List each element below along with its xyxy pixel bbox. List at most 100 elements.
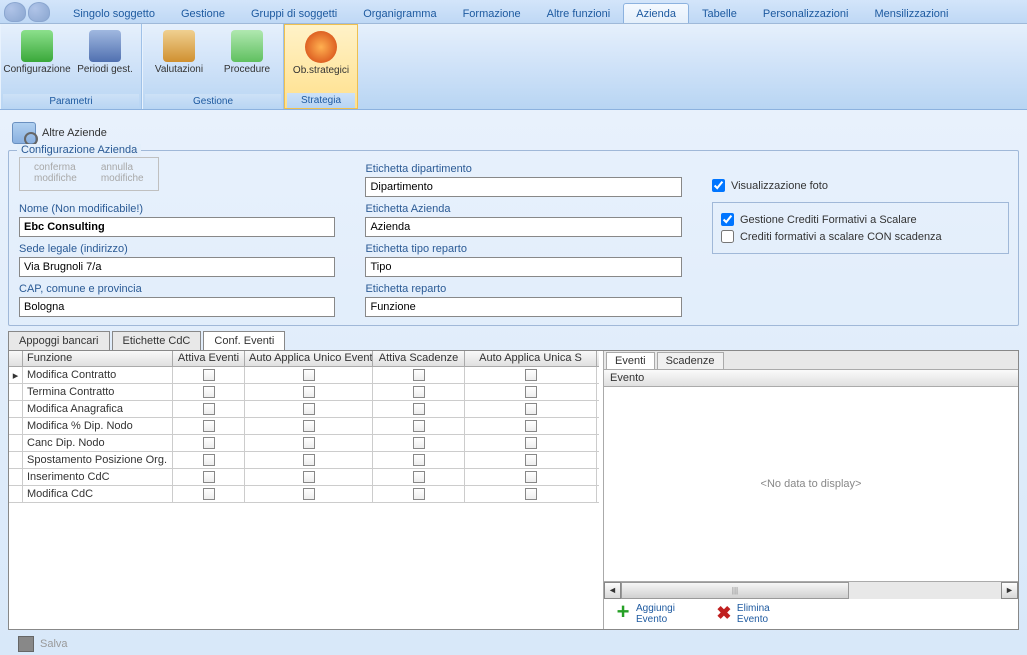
- checkbox-icon[interactable]: [203, 386, 215, 398]
- et-dip-field[interactable]: [365, 177, 681, 197]
- checkbox-cell[interactable]: [465, 418, 597, 434]
- checkbox-icon[interactable]: [303, 403, 315, 415]
- table-row[interactable]: ▸Modifica Contratto: [9, 367, 599, 384]
- checkbox-cell[interactable]: [373, 384, 465, 400]
- checkbox-cell[interactable]: [465, 384, 597, 400]
- checkbox-input[interactable]: [712, 179, 725, 192]
- building-search-icon[interactable]: [12, 122, 36, 144]
- checkbox-icon[interactable]: [303, 369, 315, 381]
- checkbox-cell[interactable]: [465, 367, 597, 383]
- checkbox-cell[interactable]: [245, 469, 373, 485]
- table-row[interactable]: Canc Dip. Nodo: [9, 435, 599, 452]
- checkbox-icon[interactable]: [525, 420, 537, 432]
- tab-scadenze[interactable]: Scadenze: [657, 352, 724, 369]
- checkbox-cell[interactable]: [173, 486, 245, 502]
- checkbox-icon[interactable]: [413, 420, 425, 432]
- checkbox-icon[interactable]: [525, 369, 537, 381]
- table-row[interactable]: Spostamento Posizione Org.: [9, 452, 599, 469]
- checkbox-cell[interactable]: [173, 452, 245, 468]
- checkbox-cell[interactable]: [173, 469, 245, 485]
- checkbox-cell[interactable]: [245, 452, 373, 468]
- col-auto-scadenza[interactable]: Auto Applica Unica S: [465, 350, 597, 366]
- checkbox-icon[interactable]: [525, 488, 537, 500]
- checkbox-icon[interactable]: [203, 454, 215, 466]
- elimina-evento-button[interactable]: ✖ Elimina Evento: [715, 603, 770, 625]
- cap-field[interactable]: [19, 297, 335, 317]
- col-funzione[interactable]: Funzione: [23, 350, 173, 366]
- checkbox-cell[interactable]: [173, 367, 245, 383]
- gest-cred-checkbox[interactable]: Gestione Crediti Formativi a Scalare: [721, 213, 1000, 226]
- cred-scad-checkbox[interactable]: Crediti formativi a scalare CON scadenza: [721, 230, 1000, 243]
- et-az-field[interactable]: [365, 217, 681, 237]
- checkbox-icon[interactable]: [203, 471, 215, 483]
- checkbox-cell[interactable]: [173, 384, 245, 400]
- checkbox-icon[interactable]: [203, 420, 215, 432]
- checkbox-icon[interactable]: [203, 369, 215, 381]
- checkbox-cell[interactable]: [373, 401, 465, 417]
- checkbox-cell[interactable]: [245, 401, 373, 417]
- tab-organigramma[interactable]: Organigramma: [350, 3, 449, 23]
- aggiungi-evento-button[interactable]: + Aggiungi Evento: [614, 603, 675, 625]
- tab-singolo-soggetto[interactable]: Singolo soggetto: [60, 3, 168, 23]
- checkbox-icon[interactable]: [413, 369, 425, 381]
- col-evento[interactable]: Evento: [604, 370, 1018, 387]
- checkbox-cell[interactable]: [373, 418, 465, 434]
- checkbox-icon[interactable]: [413, 471, 425, 483]
- checkbox-icon[interactable]: [525, 437, 537, 449]
- checkbox-cell[interactable]: [465, 452, 597, 468]
- checkbox-cell[interactable]: [245, 435, 373, 451]
- table-row[interactable]: Modifica CdC: [9, 486, 599, 503]
- checkbox-icon[interactable]: [413, 454, 425, 466]
- checkbox-cell[interactable]: [465, 486, 597, 502]
- checkbox-cell[interactable]: [373, 435, 465, 451]
- checkbox-cell[interactable]: [245, 384, 373, 400]
- table-row[interactable]: Inserimento CdC: [9, 469, 599, 486]
- checkbox-icon[interactable]: [525, 454, 537, 466]
- vis-foto-checkbox[interactable]: Visualizzazione foto: [712, 179, 1009, 192]
- et-tipo-field[interactable]: [365, 257, 681, 277]
- functions-grid[interactable]: Funzione Attiva Eventi Auto Applica Unic…: [9, 350, 599, 629]
- table-row[interactable]: Termina Contratto: [9, 384, 599, 401]
- tab-formazione[interactable]: Formazione: [450, 3, 534, 23]
- tab-altre-funzioni[interactable]: Altre funzioni: [534, 3, 624, 23]
- checkbox-icon[interactable]: [303, 471, 315, 483]
- checkbox-cell[interactable]: [245, 418, 373, 434]
- tab-mensilizzazioni[interactable]: Mensilizzazioni: [861, 3, 961, 23]
- ob-strategici-button[interactable]: Ob.strategici: [287, 27, 355, 93]
- configurazione-button[interactable]: Configurazione: [3, 26, 71, 94]
- valutazioni-button[interactable]: Valutazioni: [145, 26, 213, 94]
- table-row[interactable]: Modifica Anagrafica: [9, 401, 599, 418]
- col-auto-evento[interactable]: Auto Applica Unico Evento: [245, 350, 373, 366]
- checkbox-icon[interactable]: [525, 403, 537, 415]
- tab-gruppi[interactable]: Gruppi di soggetti: [238, 3, 350, 23]
- tab-appoggi-bancari[interactable]: Appoggi bancari: [8, 331, 110, 350]
- tab-personalizzazioni[interactable]: Personalizzazioni: [750, 3, 862, 23]
- checkbox-icon[interactable]: [303, 386, 315, 398]
- checkbox-input[interactable]: [721, 230, 734, 243]
- checkbox-icon[interactable]: [413, 488, 425, 500]
- checkbox-icon[interactable]: [413, 437, 425, 449]
- scroll-left-arrow[interactable]: ◄: [604, 582, 621, 599]
- user-icon[interactable]: [4, 2, 26, 22]
- tab-gestione[interactable]: Gestione: [168, 3, 238, 23]
- checkbox-input[interactable]: [721, 213, 734, 226]
- scroll-thumb[interactable]: |||: [621, 582, 849, 599]
- checkbox-icon[interactable]: [303, 437, 315, 449]
- checkbox-cell[interactable]: [173, 418, 245, 434]
- et-rep-field[interactable]: [365, 297, 681, 317]
- checkbox-cell[interactable]: [245, 367, 373, 383]
- checkbox-cell[interactable]: [465, 401, 597, 417]
- scroll-track[interactable]: |||: [621, 582, 1001, 599]
- tab-etichette-cdc[interactable]: Etichette CdC: [112, 331, 202, 350]
- tab-conf-eventi[interactable]: Conf. Eventi: [203, 331, 285, 350]
- checkbox-cell[interactable]: [173, 401, 245, 417]
- checkbox-cell[interactable]: [373, 367, 465, 383]
- checkbox-icon[interactable]: [413, 386, 425, 398]
- sede-field[interactable]: [19, 257, 335, 277]
- checkbox-cell[interactable]: [373, 486, 465, 502]
- checkbox-icon[interactable]: [303, 488, 315, 500]
- checkbox-cell[interactable]: [465, 435, 597, 451]
- horizontal-scrollbar[interactable]: ◄ ||| ►: [604, 581, 1018, 598]
- conferma-modifiche-button[interactable]: conferma modifiche: [34, 162, 77, 184]
- checkbox-cell[interactable]: [373, 452, 465, 468]
